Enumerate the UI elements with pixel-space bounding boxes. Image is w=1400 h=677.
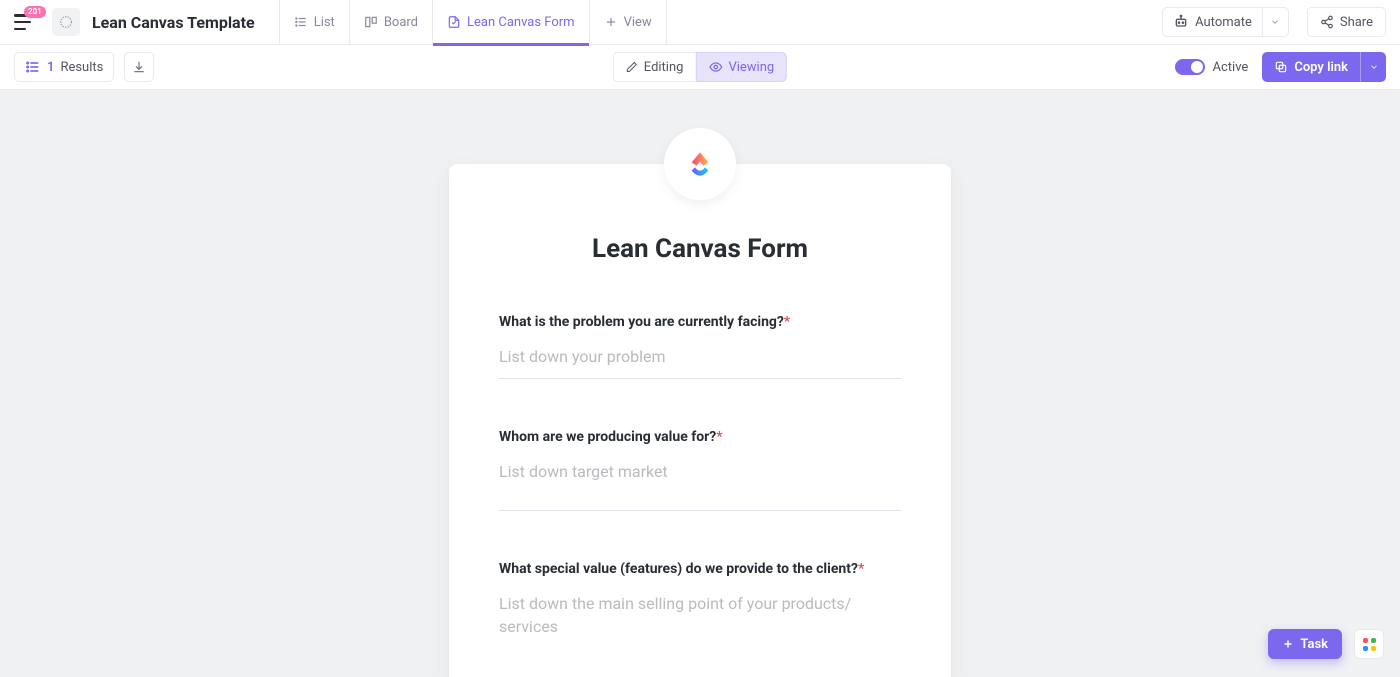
list-icon — [25, 59, 41, 75]
automate-button[interactable]: Automate — [1162, 7, 1289, 37]
tab-form[interactable]: Lean Canvas Form — [432, 0, 589, 45]
field-input[interactable]: List down your problem — [499, 340, 901, 379]
active-toggle[interactable]: Active — [1175, 59, 1249, 75]
field-label: What special value (features) do we prov… — [499, 561, 858, 577]
copy-label: Copy link — [1294, 60, 1348, 75]
form-field: What special value (features) do we prov… — [499, 561, 901, 648]
share-icon — [1320, 15, 1334, 29]
tab-label: Lean Canvas Form — [467, 15, 575, 30]
field-label: Whom are we producing value for? — [499, 429, 716, 445]
required-mark: * — [858, 561, 864, 577]
new-task-button[interactable]: Task — [1268, 629, 1342, 659]
required-mark: * — [784, 314, 790, 330]
notification-badge: 201 — [24, 6, 46, 18]
results-label: Results — [60, 60, 103, 75]
toggle-switch — [1175, 59, 1205, 75]
task-label: Task — [1300, 637, 1328, 652]
board-icon — [364, 15, 378, 29]
form-field: What is the problem you are currently fa… — [499, 314, 901, 379]
document-icon — [52, 8, 80, 36]
field-input[interactable]: List down the main selling point of your… — [499, 587, 901, 648]
form-title: Lean Canvas Form — [499, 234, 901, 264]
view-tabs: List Board Lean Canvas Form View — [279, 0, 667, 45]
tab-add-view[interactable]: View — [589, 0, 667, 45]
active-label: Active — [1213, 60, 1249, 75]
automate-label: Automate — [1195, 15, 1252, 30]
share-label: Share — [1340, 15, 1373, 30]
clickup-logo-icon — [680, 144, 720, 184]
robot-icon — [1173, 14, 1189, 30]
copy-icon — [1274, 60, 1288, 74]
form-icon — [447, 15, 461, 29]
tab-list[interactable]: List — [279, 0, 349, 45]
list-icon — [294, 15, 308, 29]
tab-board[interactable]: Board — [349, 0, 432, 45]
page-title: Lean Canvas Template — [92, 13, 255, 32]
copy-caret[interactable] — [1360, 52, 1386, 82]
chevron-down-icon — [1270, 17, 1280, 27]
editing-mode-button[interactable]: Editing — [613, 52, 696, 82]
form-field: Whom are we producing value for?* List d… — [499, 429, 901, 511]
field-input[interactable]: List down target market — [499, 455, 901, 511]
viewing-label: Viewing — [728, 60, 774, 75]
field-label: What is the problem you are currently fa… — [499, 314, 784, 330]
download-icon — [132, 60, 146, 74]
form-card: Lean Canvas Form What is the problem you… — [449, 164, 951, 677]
pencil-icon — [626, 61, 638, 73]
chevron-down-icon — [1369, 62, 1379, 72]
editing-label: Editing — [644, 60, 684, 75]
tab-label: Board — [384, 15, 418, 30]
download-button[interactable] — [124, 52, 154, 82]
mode-toggle: Editing Viewing — [613, 52, 787, 82]
results-button[interactable]: 1 Results — [14, 52, 114, 82]
results-count: 1 — [47, 60, 54, 75]
tab-label: View — [624, 15, 652, 30]
apps-button[interactable] — [1354, 629, 1384, 659]
form-canvas: Lean Canvas Form What is the problem you… — [0, 90, 1400, 677]
eye-icon — [708, 60, 722, 74]
share-button[interactable]: Share — [1307, 7, 1386, 37]
form-logo — [664, 128, 736, 200]
plus-icon — [604, 15, 618, 29]
main-menu-button[interactable]: 201 — [14, 14, 36, 30]
tab-label: List — [314, 15, 335, 30]
viewing-mode-button[interactable]: Viewing — [695, 52, 787, 82]
required-mark: * — [716, 429, 722, 445]
copy-link-button[interactable]: Copy link — [1262, 52, 1386, 82]
plus-icon — [1282, 638, 1294, 650]
automate-caret[interactable] — [1262, 8, 1288, 36]
